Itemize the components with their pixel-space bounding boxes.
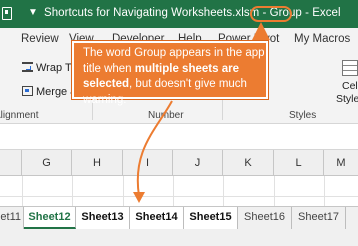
- callout-text: The word Group appears in the app title …: [83, 46, 265, 108]
- group-label-alignment: Alignment: [0, 110, 39, 121]
- sheet-tab-sheet15[interactable]: Sheet15: [184, 207, 238, 229]
- window-title: Shortcuts for Navigating Worksheets.xlsm…: [44, 7, 341, 19]
- column-header-j[interactable]: J: [173, 150, 223, 176]
- sheet-tab-bar: Sheet11 Sheet12 Sheet13 Sheet14 Sheet15 …: [0, 206, 358, 246]
- merge-center-button[interactable]: Merge &: [22, 86, 78, 98]
- merge-icon: [22, 86, 33, 96]
- callout-box: The word Group appears in the app title …: [72, 41, 268, 106]
- quick-access-more-icon[interactable]: ▼: [28, 7, 38, 18]
- column-header-g[interactable]: G: [22, 150, 72, 176]
- column-headers: G H I J K L M: [0, 150, 358, 176]
- save-icon[interactable]: [2, 7, 12, 20]
- sheet-tab-sheet14[interactable]: Sheet14: [130, 207, 184, 229]
- column-header-h[interactable]: H: [72, 150, 123, 176]
- tab-my-macros[interactable]: My Macros: [294, 33, 350, 45]
- cell-styles-label-2[interactable]: Styles: [336, 93, 358, 105]
- sheet-tab-sheet17[interactable]: Sheet17: [292, 207, 346, 229]
- column-header-k[interactable]: K: [223, 150, 274, 176]
- callout-pointer: [252, 22, 270, 40]
- group-label-number: Number: [148, 110, 184, 121]
- cell-styles-icon[interactable]: [342, 60, 358, 76]
- sheet-tab-sheet16[interactable]: Sheet16: [238, 207, 292, 229]
- column-header-i[interactable]: I: [123, 150, 173, 176]
- group-label-styles: Styles: [289, 110, 317, 121]
- title-bar: ▼ Shortcuts for Navigating Worksheets.xl…: [0, 0, 358, 28]
- column-header-partial[interactable]: [0, 150, 22, 176]
- formula-bar[interactable]: [0, 124, 358, 150]
- column-header-m[interactable]: M: [324, 150, 358, 176]
- cell-styles-label[interactable]: Cells: [342, 80, 358, 92]
- tab-review[interactable]: Review: [21, 33, 59, 45]
- sheet-tab-sheet12[interactable]: Sheet12: [24, 207, 76, 229]
- sheet-tab-sheet13[interactable]: Sheet13: [76, 207, 130, 229]
- group-highlight-circle: [250, 6, 292, 22]
- wrap-text-icon: [22, 62, 33, 72]
- cell-grid[interactable]: [0, 176, 358, 206]
- sheet-tab-sheet11[interactable]: Sheet11: [0, 207, 24, 229]
- column-header-l[interactable]: L: [274, 150, 324, 176]
